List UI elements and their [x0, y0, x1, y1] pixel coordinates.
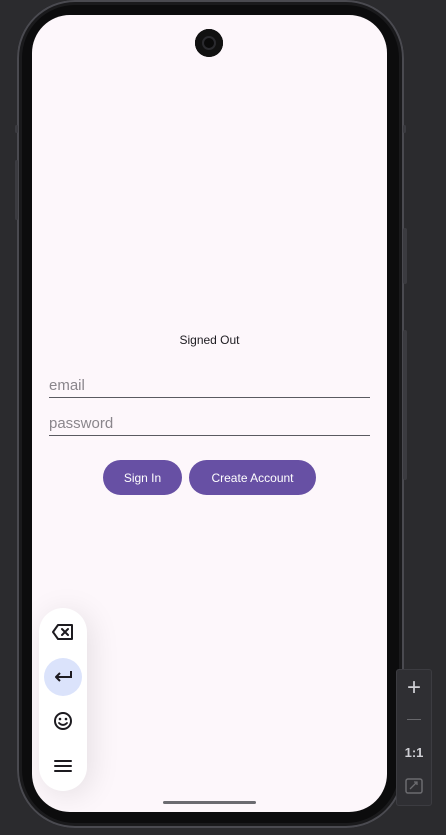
side-button — [403, 125, 406, 133]
fit-screen-icon — [405, 778, 423, 794]
actual-size-button[interactable]: 1:1 — [397, 745, 431, 760]
keyboard-toolbar — [39, 608, 87, 791]
enter-button[interactable] — [44, 658, 82, 696]
menu-icon — [54, 760, 72, 772]
status-time: 5:25 — [54, 31, 78, 45]
password-input[interactable] — [49, 415, 370, 432]
auth-status-text: Signed Out — [179, 333, 240, 347]
backspace-icon — [52, 624, 73, 640]
camera-cutout — [195, 29, 223, 57]
volume-button — [403, 330, 407, 480]
side-button — [15, 160, 18, 220]
fit-screen-button[interactable] — [397, 778, 431, 799]
password-field[interactable] — [49, 405, 370, 436]
status-icons: ▾◢▮ — [340, 31, 367, 43]
create-account-button[interactable]: Create Account — [189, 460, 316, 495]
emoji-icon — [54, 712, 72, 730]
email-field[interactable] — [49, 367, 370, 398]
side-button — [15, 125, 18, 133]
device-screen: 5:25 ▾◢▮ Signed Out Sign In Create Accou… — [32, 15, 387, 812]
home-indicator[interactable] — [163, 801, 256, 804]
emoji-button[interactable] — [44, 702, 82, 740]
zoom-out-button[interactable]: — — [397, 710, 431, 726]
sign-in-button[interactable]: Sign In — [103, 460, 182, 495]
enter-icon — [55, 671, 72, 682]
zoom-in-button[interactable]: + — [397, 674, 431, 702]
power-button — [403, 228, 407, 284]
zoom-controls: + — 1:1 — [396, 669, 432, 806]
backspace-button[interactable] — [44, 613, 82, 651]
menu-button[interactable] — [44, 747, 82, 785]
email-input[interactable] — [49, 377, 370, 394]
